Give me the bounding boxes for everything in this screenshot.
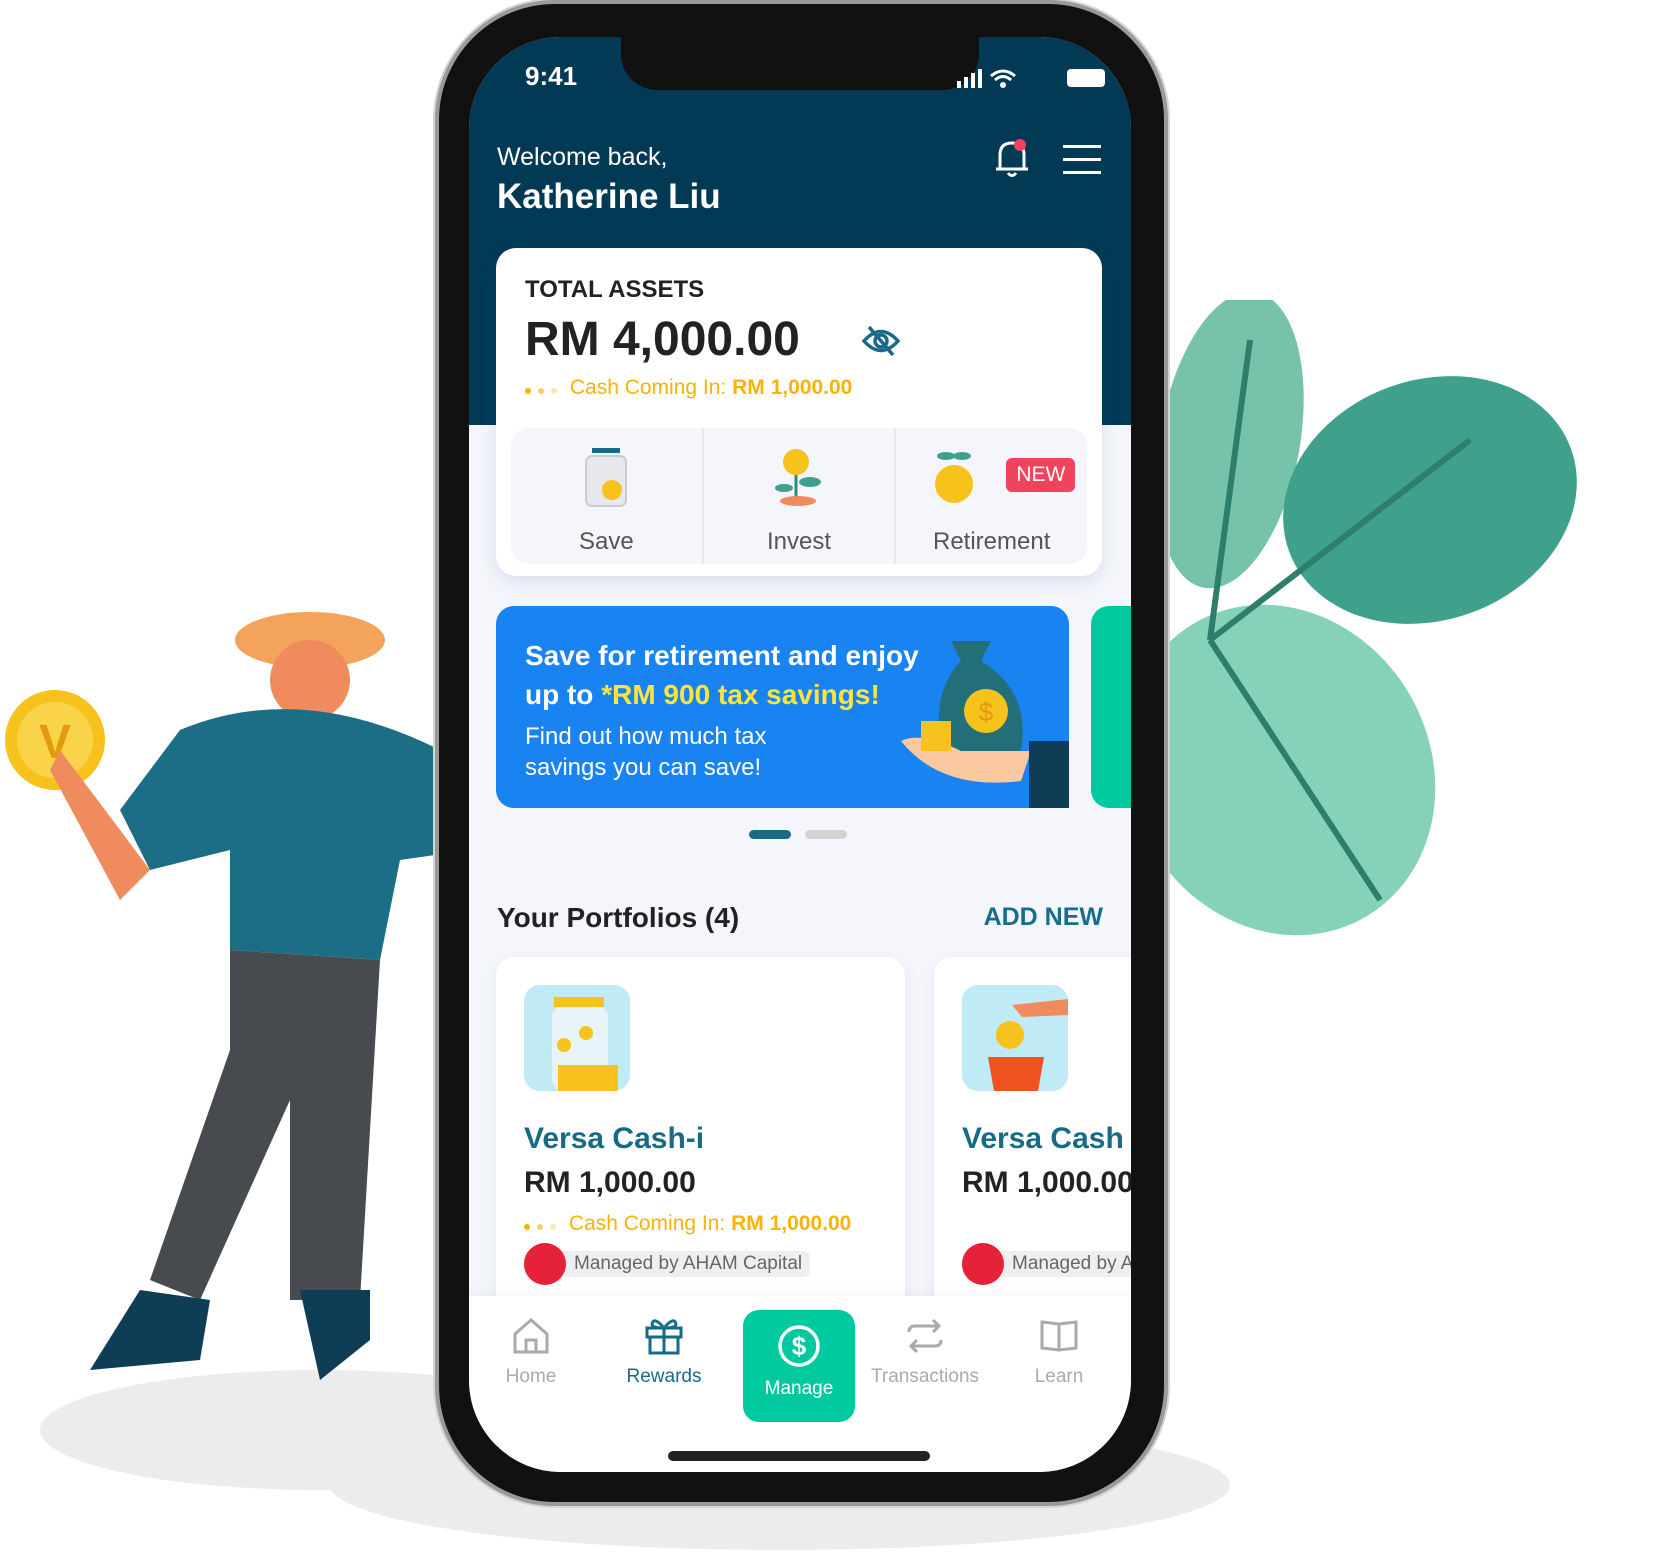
loading-dots-icon [525,376,564,399]
total-assets-label: TOTAL ASSETS [525,276,705,303]
fruit-coin-icon [934,452,973,503]
portfolio-name: Versa Cash [962,1122,1124,1155]
tab-rewards[interactable]: Rewards [604,1316,724,1388]
transactions-arrows-icon [907,1318,943,1354]
menu-icon[interactable] [1063,145,1101,175]
plant-coin-icon [775,449,821,506]
jar-icon [585,448,628,507]
banner-title: Save for retirement and enjoy up to *RM … [525,636,945,714]
dollar-circle-icon: $ [778,1325,820,1367]
hide-balance-eye-icon[interactable] [861,324,901,358]
tab-learn-label: Learn [1034,1366,1084,1387]
money-bag-hand-illustration: $ [901,641,1069,808]
user-name: Katherine Liu [497,177,721,216]
welcome-text: Welcome back, [497,143,668,171]
total-assets-value: RM 4,000.00 [525,313,800,366]
coin-pot-image [962,985,1068,1091]
loading-dots-icon [524,1212,563,1235]
manager-tag: Managed by AHAM Capital [524,1243,811,1285]
notch [621,37,979,90]
cash-coming-value: RM 1,000.00 [732,376,853,399]
action-invest-label: Invest [766,528,832,555]
app-screen: 9:41 Welcome back, Katherine Liu TOTAL A… [469,37,1131,1472]
portfolio-value: RM 1,000.00 [524,1166,696,1199]
home-icon [513,1318,549,1354]
cash-coming-value: RM 1,000.00 [731,1212,852,1235]
cash-coming-in: Cash Coming In: RM 1,000.00 [525,376,852,400]
tab-rewards-label: Rewards [626,1366,702,1387]
portfolio-name: Versa Cash-i [524,1122,705,1155]
portfolio-cash-coming-in: Cash Coming In: RM 1,000.00 [524,1212,851,1236]
cash-coming-label: Cash Coming In: [568,1212,726,1235]
quick-actions: Save Invest NEW Retirement [511,428,1087,564]
portfolio-value: RM 1,000.00 [962,1166,1131,1199]
aham-logo-icon [524,1243,566,1285]
manager-text: Managed by AHAM Capital [1012,1253,1131,1274]
next-banner-peek[interactable] [1091,606,1131,808]
aham-logo-icon [962,1243,1004,1285]
cash-coming-label: Cash Coming In: [569,376,727,399]
carousel-indicator-active[interactable] [749,830,791,839]
tab-transactions-label: Transactions [870,1366,980,1387]
action-retirement-label: Retirement [932,528,1051,555]
new-badge: NEW [1006,458,1076,492]
tab-manage[interactable]: $ Manage [743,1310,855,1422]
action-save[interactable]: Save [511,428,702,564]
svg-text:$: $ [792,1331,807,1361]
portfolio-card[interactable]: Versa Cash RM 1,000.00 Managed by AHAM C… [934,957,1131,1317]
tab-transactions[interactable]: Transactions [865,1316,985,1388]
home-indicator[interactable] [668,1451,930,1461]
banner-title-highlight: *RM 900 tax savings! [601,679,880,710]
tab-manage-label: Manage [764,1378,834,1399]
signal-icon [957,69,1016,88]
add-new-portfolio-link[interactable]: ADD NEW [984,903,1103,932]
manager-text: Managed by AHAM Capital [574,1253,803,1274]
manager-tag: Managed by AHAM Capital [962,1243,1131,1285]
total-assets-card: TOTAL ASSETS RM 4,000.00 Cash Coming In:… [496,248,1102,576]
battery-icon [1067,69,1105,87]
tab-learn[interactable]: Learn [999,1316,1119,1388]
tab-home[interactable]: Home [471,1316,591,1388]
coin-jar-image [524,985,630,1091]
gift-icon [645,1319,683,1355]
carousel-indicator[interactable] [805,830,847,839]
banner-subtitle: Find out how much tax savings you can sa… [525,723,767,781]
status-time: 9:41 [525,61,578,91]
action-save-label: Save [578,528,634,555]
action-invest[interactable]: Invest [701,428,895,564]
book-icon [1040,1320,1078,1352]
action-retirement[interactable]: NEW Retirement [894,428,1087,564]
tab-home-label: Home [505,1366,557,1387]
portfolio-card[interactable]: Versa Cash-i RM 1,000.00 Cash Coming In:… [496,957,905,1317]
bottom-tab-bar: Home Rewards $ Manage Transactions Learn [469,1296,1131,1472]
notification-bell-icon[interactable] [992,137,1032,179]
promo-banner[interactable]: Save for retirement and enjoy up to *RM … [496,606,1069,808]
man-with-coin-illustration: V [5,612,470,1380]
portfolios-title: Your Portfolios (4) [497,902,740,933]
svg-text:$: $ [979,697,994,727]
leaves-illustration [1150,300,1577,936]
